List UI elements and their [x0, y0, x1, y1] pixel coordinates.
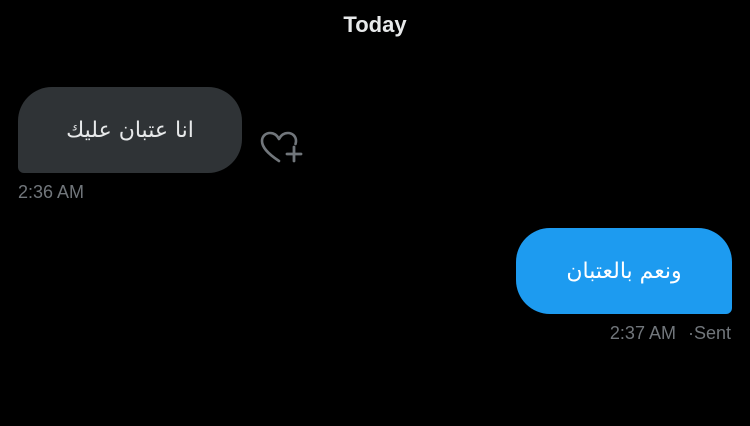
sent-message-bubble[interactable]: ونعم بالعتبان: [516, 228, 732, 314]
message-text: ونعم بالعتبان: [566, 258, 682, 284]
heart-plus-icon: [260, 131, 303, 163]
add-reaction-button[interactable]: [258, 128, 306, 170]
sent-message-meta: 2:37 AM ·Sent: [610, 323, 731, 344]
sent-message-timestamp: 2:37 AM: [609, 323, 676, 343]
received-message-timestamp: 2:36 AM: [18, 182, 85, 202]
date-divider: Today: [343, 12, 407, 37]
received-message-bubble[interactable]: انا عتبان عليك: [18, 87, 242, 173]
message-text: انا عتبان عليك: [66, 117, 194, 143]
delivery-status: Sent: [693, 323, 731, 343]
